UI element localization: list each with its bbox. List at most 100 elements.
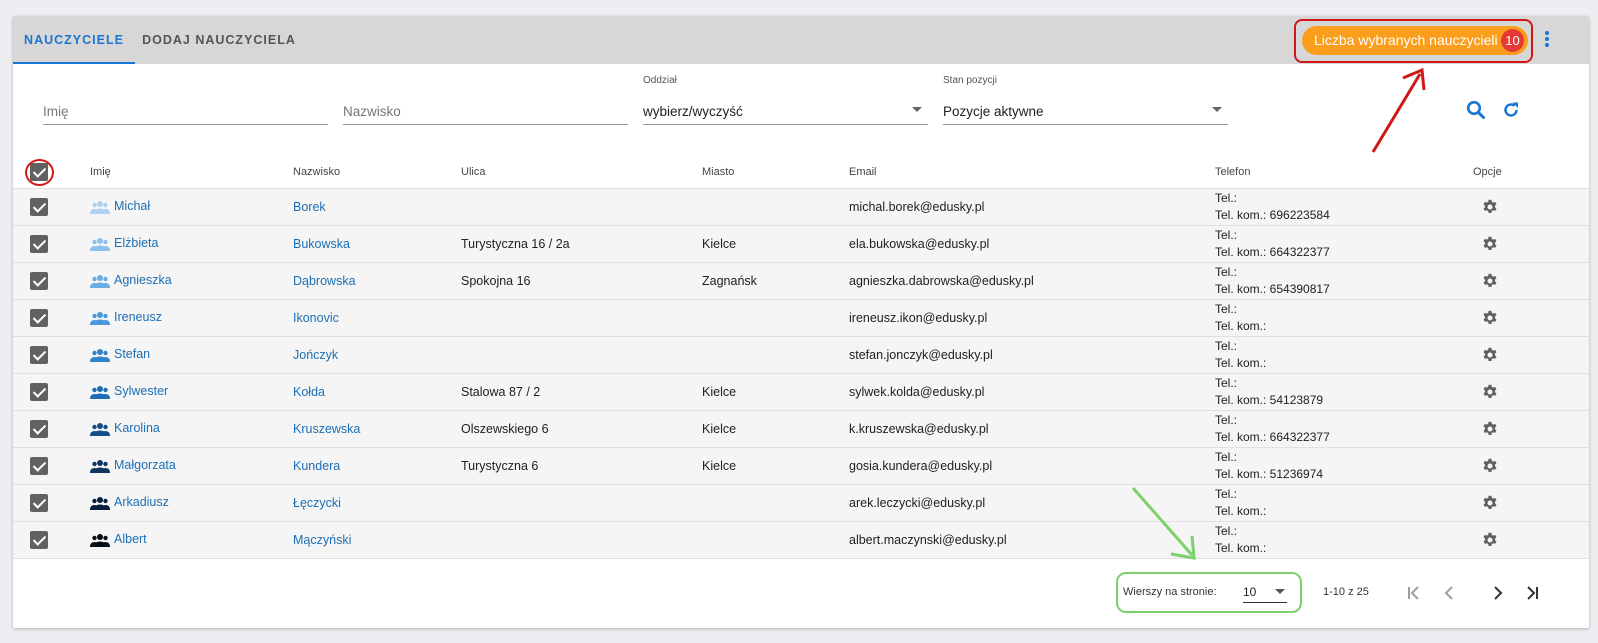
gear-icon[interactable] <box>1482 532 1498 548</box>
teacher-first-name[interactable]: Albert <box>114 532 147 546</box>
tab-add-teacher[interactable]: DODAJ NAUCZYCIELA <box>135 16 303 64</box>
search-icon[interactable] <box>1466 100 1486 120</box>
table-row[interactable]: Stefan Jończyk stefan.jonczyk@edusky.pl … <box>13 336 1589 374</box>
email-cell: michal.borek@edusky.pl <box>849 188 1215 226</box>
street-cell <box>461 484 702 522</box>
last-page-icon[interactable] <box>1524 585 1540 601</box>
gear-icon[interactable] <box>1482 421 1498 437</box>
city-cell: Kielce <box>702 410 849 448</box>
position-state-select[interactable]: Stan pozycji Pozycje aktywne <box>943 75 1228 125</box>
col-email[interactable]: Email <box>849 156 1215 189</box>
teacher-first-name[interactable]: Ireneusz <box>114 310 162 324</box>
table-row[interactable]: Albert Mączyński albert.maczynski@edusky… <box>13 521 1589 559</box>
gear-icon[interactable] <box>1482 384 1498 400</box>
row-checkbox[interactable] <box>30 493 48 512</box>
gear-icon[interactable] <box>1482 273 1498 289</box>
selected-teachers-button[interactable]: Liczba wybranych nauczycieli 10 <box>1302 26 1528 55</box>
teacher-first-name[interactable]: Michał <box>114 199 150 213</box>
last-name-cell: Kołda <box>293 373 461 411</box>
row-checkbox[interactable] <box>30 419 48 438</box>
last-name-cell: Dąbrowska <box>293 262 461 300</box>
teacher-last-name[interactable]: Dąbrowska <box>293 274 356 288</box>
row-checkbox[interactable] <box>30 456 48 475</box>
table-row[interactable]: Małgorzata Kundera Turystyczna 6 Kielce … <box>13 447 1589 485</box>
phone-cell: Tel.: Tel. kom.: 51236974 <box>1215 447 1473 485</box>
teacher-first-name[interactable]: Agnieszka <box>114 273 172 287</box>
table-row[interactable]: Karolina Kruszewska Olszewskiego 6 Kielc… <box>13 410 1589 448</box>
tab-teachers[interactable]: NAUCZYCIELE <box>13 16 135 64</box>
teacher-last-name[interactable]: Borek <box>293 200 326 214</box>
gear-icon[interactable] <box>1482 458 1498 474</box>
col-phone[interactable]: Telefon <box>1215 156 1473 189</box>
branch-select[interactable]: Oddział wybierz/wyczyść <box>643 75 928 125</box>
teachers-table: Imię Nazwisko Ulica Miasto Email Telefon… <box>13 156 1589 559</box>
first-name-cell: Agnieszka <box>90 262 293 300</box>
col-city[interactable]: Miasto <box>702 156 849 189</box>
table-row[interactable]: Elżbieta Bukowska Turystyczna 16 / 2a Ki… <box>13 225 1589 263</box>
teacher-last-name[interactable]: Łęczycki <box>293 496 341 510</box>
gear-icon[interactable] <box>1482 236 1498 252</box>
select-all-cell <box>13 156 90 189</box>
options-cell <box>1473 336 1589 374</box>
row-checkbox[interactable] <box>30 530 48 549</box>
teacher-last-name[interactable]: Kruszewska <box>293 422 360 436</box>
phone-cell: Tel.: Tel. kom.: 664322377 <box>1215 410 1473 448</box>
teacher-last-name[interactable]: Ikonovic <box>293 311 339 325</box>
teacher-first-name[interactable]: Karolina <box>114 421 160 435</box>
row-select-cell <box>13 410 90 448</box>
teacher-first-name[interactable]: Małgorzata <box>114 458 176 472</box>
branch-value: wybierz/wyczyść <box>643 104 743 119</box>
row-checkbox[interactable] <box>30 271 48 290</box>
first-name-cell: Michał <box>90 188 293 226</box>
first-name-cell: Małgorzata <box>90 447 293 485</box>
teacher-last-name[interactable]: Kundera <box>293 459 340 473</box>
icon-head <box>97 459 103 466</box>
row-checkbox[interactable] <box>30 197 48 216</box>
chevron-right-icon[interactable] <box>1490 585 1506 601</box>
teacher-last-name[interactable]: Bukowska <box>293 237 350 251</box>
more-vert-icon[interactable] <box>1541 30 1553 52</box>
street-cell: Turystyczna 6 <box>461 447 702 485</box>
phone-cell: Tel.: Tel. kom.: <box>1215 484 1473 522</box>
email-cell: gosia.kundera@edusky.pl <box>849 447 1215 485</box>
gear-icon[interactable] <box>1482 199 1498 215</box>
col-last-name[interactable]: Nazwisko <box>293 156 461 189</box>
gear-icon[interactable] <box>1482 310 1498 326</box>
email-cell: ireneusz.ikon@edusky.pl <box>849 299 1215 337</box>
table-row[interactable]: Michał Borek michal.borek@edusky.pl Tel.… <box>13 188 1589 226</box>
first-name-filter[interactable]: Imię <box>43 95 328 125</box>
phone-cell: Tel.: Tel. kom.: 54123879 <box>1215 373 1473 411</box>
email-cell: arek.leczycki@edusky.pl <box>849 484 1215 522</box>
icon-head <box>97 237 103 244</box>
teacher-last-name[interactable]: Jończyk <box>293 348 338 362</box>
teacher-first-name[interactable]: Elżbieta <box>114 236 158 250</box>
row-checkbox[interactable] <box>30 308 48 327</box>
teacher-first-name[interactable]: Stefan <box>114 347 150 361</box>
last-name-cell: Ikonovic <box>293 299 461 337</box>
table-row[interactable]: Agnieszka Dąbrowska Spokojna 16 Zagnańsk… <box>13 262 1589 300</box>
refresh-icon[interactable] <box>1501 100 1521 120</box>
gear-icon[interactable] <box>1482 495 1498 511</box>
teacher-first-name[interactable]: Arkadiusz <box>114 495 169 509</box>
row-checkbox[interactable] <box>30 382 48 401</box>
col-first-name[interactable]: Imię <box>90 156 293 189</box>
gear-icon[interactable] <box>1482 347 1498 363</box>
teacher-last-name[interactable]: Kołda <box>293 385 325 399</box>
table-row[interactable]: Sylwester Kołda Stalowa 87 / 2 Kielce sy… <box>13 373 1589 411</box>
row-checkbox[interactable] <box>30 234 48 253</box>
row-checkbox[interactable] <box>30 345 48 364</box>
col-street[interactable]: Ulica <box>461 156 702 189</box>
last-name-cell: Borek <box>293 188 461 226</box>
first-page-icon[interactable] <box>1406 585 1422 601</box>
icon-head-left <box>92 350 97 356</box>
teacher-last-name[interactable]: Mączyński <box>293 533 351 547</box>
phone-cell: Tel.: Tel. kom.: 696223584 <box>1215 188 1473 226</box>
last-name-filter[interactable]: Nazwisko <box>343 95 628 125</box>
rows-per-page-select[interactable]: 10 <box>1243 581 1287 603</box>
chevron-left-icon[interactable] <box>1441 585 1457 601</box>
teacher-first-name[interactable]: Sylwester <box>114 384 168 398</box>
teacher-group-icon <box>90 459 110 473</box>
phone-cell: Tel.: Tel. kom.: 654390817 <box>1215 262 1473 300</box>
table-row[interactable]: Arkadiusz Łęczycki arek.leczycki@edusky.… <box>13 484 1589 522</box>
table-row[interactable]: Ireneusz Ikonovic ireneusz.ikon@edusky.p… <box>13 299 1589 337</box>
